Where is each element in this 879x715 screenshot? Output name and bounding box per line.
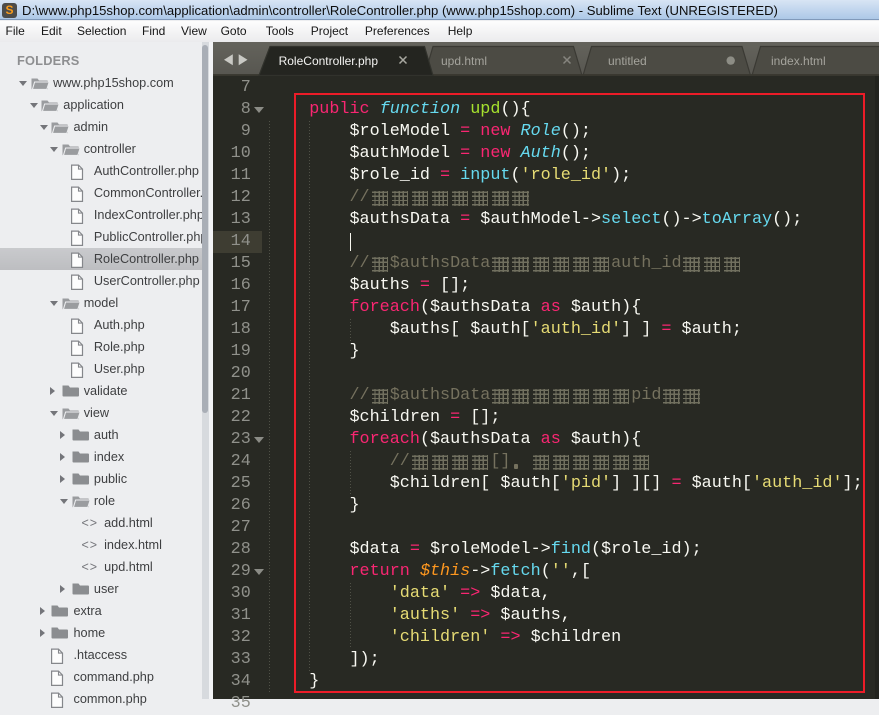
svg-text:untitled: untitled <box>608 54 647 68</box>
svg-text:upd.html: upd.html <box>441 54 487 68</box>
svg-text:RoleController.php: RoleController.php <box>279 54 379 68</box>
svg-text:index.html: index.html <box>771 54 826 68</box>
